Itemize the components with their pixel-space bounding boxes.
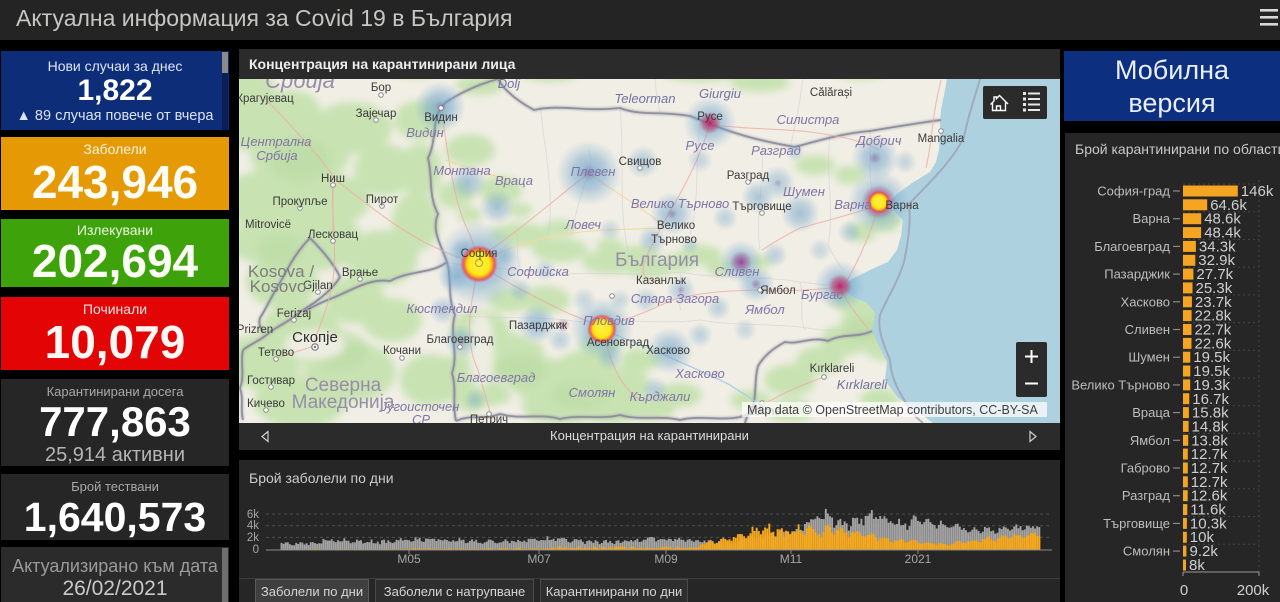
svg-text:Пловдив: Пловдив [583,313,635,328]
svg-text:Mitrovicë: Mitrovicë [245,219,291,231]
svg-text:Добрич: Добрич [855,133,902,148]
svg-text:Gjilan: Gjilan [303,280,332,292]
svg-text:Свищов: Свищов [619,156,662,168]
svg-text:Смолян: Смолян [1123,544,1170,559]
svg-text:Хасково: Хасково [646,345,690,357]
svg-text:София: София [461,248,498,260]
svg-text:2k: 2k [247,532,259,544]
svg-text:Kırklareli: Kırklareli [837,377,889,392]
svg-text:Mangalia: Mangalia [918,133,965,145]
svg-text:0: 0 [1180,582,1188,599]
svg-text:Србија: Србија [265,79,335,93]
svg-text:Giurgiu: Giurgiu [699,86,741,101]
svg-text:Плевен: Плевен [571,164,616,179]
svg-text:Благоевград: Благоевград [426,334,493,346]
svg-text:Софийска: Софийска [507,264,569,279]
svg-text:Врање: Врање [342,267,378,279]
svg-text:Варна: Варна [834,197,872,212]
svg-text:Стара Загора: Стара Загора [631,291,720,306]
svg-text:Ямбол: Ямбол [744,302,785,317]
svg-text:Map data © OpenStreetMap contr: Map data © OpenStreetMap contributors, C… [747,403,1038,417]
svg-text:Хасково: Хасково [674,366,725,381]
svg-text:Зајечар: Зајечар [356,108,397,120]
svg-text:Хасково: Хасково [1121,294,1170,309]
svg-text:Габрово: Габрово [1121,461,1170,476]
svg-text:Кюстендил: Кюстендил [407,301,479,316]
svg-text:Асеновград: Асеновград [587,337,650,349]
svg-text:Călărași: Călărași [810,87,852,99]
svg-text:Пирот: Пирот [366,194,399,206]
svg-text:Търново: Търново [651,234,697,246]
svg-text:Търговище: Търговище [732,201,791,213]
svg-text:Благоевград: Благоевград [1094,239,1170,254]
svg-text:Кърджали: Кърджали [630,389,691,404]
svg-text:Крагујевац: Крагујевац [239,93,294,105]
svg-text:Dolj: Dolj [498,79,522,91]
svg-text:Кочани: Кочани [383,345,421,357]
svg-text:Благоевград: Благоевград [457,370,536,385]
svg-text:Велико Търново: Велико Търново [631,196,729,211]
svg-text:M07: M07 [527,552,551,566]
svg-text:Смолян: Смолян [569,385,616,400]
svg-text:Разград: Разград [1122,488,1170,503]
svg-text:Разград: Разград [751,143,801,158]
svg-text:Казанлък: Казанлък [636,275,687,287]
svg-text:Разград: Разград [727,170,770,182]
svg-text:Kosovo: Kosovo [250,277,307,296]
svg-text:M09: M09 [654,552,678,566]
svg-text:Тетово: Тетово [258,347,294,359]
svg-text:Варна: Варна [1132,211,1170,226]
svg-text:Русе: Русе [686,138,715,153]
svg-text:4k: 4k [247,520,259,532]
svg-text:София-град: София-град [1097,184,1170,199]
svg-text:Търговище: Търговище [1103,516,1170,531]
svg-text:Централна: Централна [241,134,312,149]
svg-text:Prizren: Prizren [239,324,273,336]
svg-text:Бургас: Бургас [801,287,843,302]
svg-text:Варна: Варна [885,200,919,212]
svg-text:Ferizaj: Ferizaj [277,308,312,320]
svg-text:Русе: Русе [697,111,722,123]
svg-text:Македонија: Македонија [292,392,395,413]
svg-text:Монтана: Монтана [433,163,491,178]
svg-text:Ямбол: Ямбол [760,285,796,297]
svg-text:Силистра: Силистра [777,112,840,127]
svg-text:България: България [615,250,699,271]
svg-text:Скопје: Скопје [292,329,338,346]
svg-text:0: 0 [253,544,259,556]
svg-text:Петрич: Петрич [470,414,508,423]
svg-text:Ловеч: Ловеч [564,217,601,232]
svg-text:Видин: Видин [406,125,443,140]
svg-text:Пазарджик: Пазарджик [1104,267,1170,282]
svg-text:Гостивар: Гостивар [247,375,295,387]
svg-text:СР: СР [412,412,430,423]
svg-text:Кичево: Кичево [247,398,285,410]
svg-text:Сливен: Сливен [1125,322,1170,337]
svg-text:Пазарджик: Пазарджик [509,320,568,332]
svg-text:Шумен: Шумен [783,184,825,199]
svg-text:Лесковац: Лесковац [308,229,359,241]
svg-text:Србија: Србија [256,148,297,163]
svg-text:8k: 8k [1189,557,1205,574]
svg-text:Сливен: Сливен [715,264,760,279]
svg-text:M05: M05 [397,552,421,566]
svg-text:Бор: Бор [371,82,391,94]
svg-text:Ниш: Ниш [321,173,345,185]
svg-text:Kırklareli: Kırklareli [810,363,855,375]
svg-text:200k: 200k [1237,582,1270,599]
svg-text:Велико Търново: Велико Търново [1071,377,1170,392]
svg-text:2021: 2021 [905,552,932,566]
svg-text:M11: M11 [780,552,803,566]
svg-text:Ямбол: Ямбол [1130,433,1170,448]
svg-text:Велико: Велико [657,220,695,232]
svg-text:Прокупље: Прокупље [272,196,327,208]
svg-text:Teleorman: Teleorman [615,91,676,106]
svg-text:Враца: Враца [1132,405,1171,420]
svg-text:Шумен: Шумен [1128,350,1170,365]
svg-text:Враца: Враца [495,173,533,188]
svg-text:Видин: Видин [424,112,458,124]
